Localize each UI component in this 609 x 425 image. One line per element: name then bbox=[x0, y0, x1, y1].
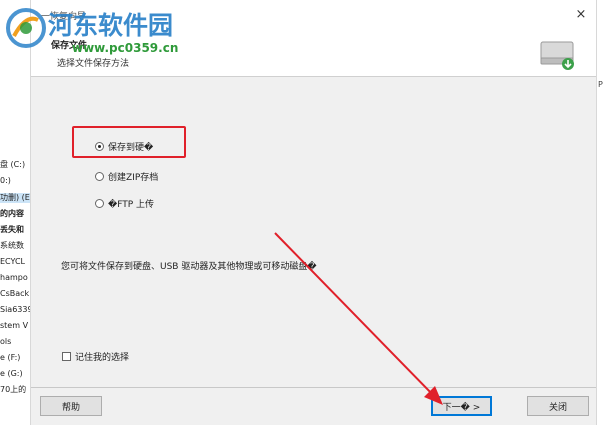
watermark-logo-icon bbox=[6, 8, 46, 48]
remember-checkbox[interactable] bbox=[62, 352, 71, 361]
radio-button[interactable] bbox=[95, 172, 104, 181]
option-create-zip[interactable]: 创建ZIP存档 bbox=[95, 170, 158, 183]
background-right-fragment: P bbox=[597, 0, 609, 425]
site-watermark: 河东软件园 www.pc0359.cn bbox=[0, 0, 210, 64]
bg-item: e (F:) bbox=[0, 353, 21, 362]
bg-item: ECYCL bbox=[0, 257, 25, 266]
bg-item: 70上的 bbox=[0, 385, 27, 394]
bg-item: ols bbox=[0, 337, 12, 346]
close-button[interactable]: 关闭 bbox=[527, 396, 589, 416]
bg-item: 0:) bbox=[0, 176, 11, 185]
close-icon[interactable]: × bbox=[572, 6, 590, 24]
watermark-url: www.pc0359.cn bbox=[72, 41, 179, 55]
remember-label: 记住我的选择 bbox=[75, 353, 130, 363]
wizard-footer: 帮助 下一� > 关闭 bbox=[31, 388, 596, 425]
bg-item: Sia6339 bbox=[0, 305, 30, 314]
radio-button[interactable] bbox=[95, 199, 104, 208]
bg-item: CsBack bbox=[0, 289, 30, 298]
help-button[interactable]: 帮助 bbox=[40, 396, 102, 416]
bg-right-text: P bbox=[598, 80, 603, 89]
bg-item: e (G:) bbox=[0, 369, 23, 378]
bg-item: 丢失和 bbox=[0, 225, 24, 234]
watermark-site-name: 河东软件园 bbox=[48, 11, 174, 40]
bg-item: 的内容 bbox=[0, 209, 24, 218]
bg-item: 系统数 bbox=[0, 241, 24, 250]
bg-item: hampo bbox=[0, 273, 28, 282]
option-description: 您可将文件保存到硬盘、USB 驱动器及其他物理或可移动磁盘� bbox=[61, 262, 317, 272]
bg-item: 功删) (E bbox=[0, 193, 30, 203]
bg-item: 盘 (C:) bbox=[0, 160, 26, 169]
option-ftp-upload[interactable]: �FTP 上传 bbox=[95, 197, 154, 210]
option-label: 创建ZIP存档 bbox=[108, 173, 159, 183]
option-label: �FTP 上传 bbox=[108, 200, 155, 210]
next-button[interactable]: 下一� > bbox=[431, 396, 492, 416]
bg-item: stem V bbox=[0, 321, 29, 330]
wizard-content: 保存到硬� 创建ZIP存档 �FTP 上传 您可将文件保存到硬盘、USB 驱动器… bbox=[31, 77, 596, 388]
hard-drive-icon bbox=[540, 41, 574, 70]
highlight-annotation bbox=[72, 126, 186, 158]
remember-choice[interactable]: 记住我的选择 bbox=[62, 350, 129, 363]
